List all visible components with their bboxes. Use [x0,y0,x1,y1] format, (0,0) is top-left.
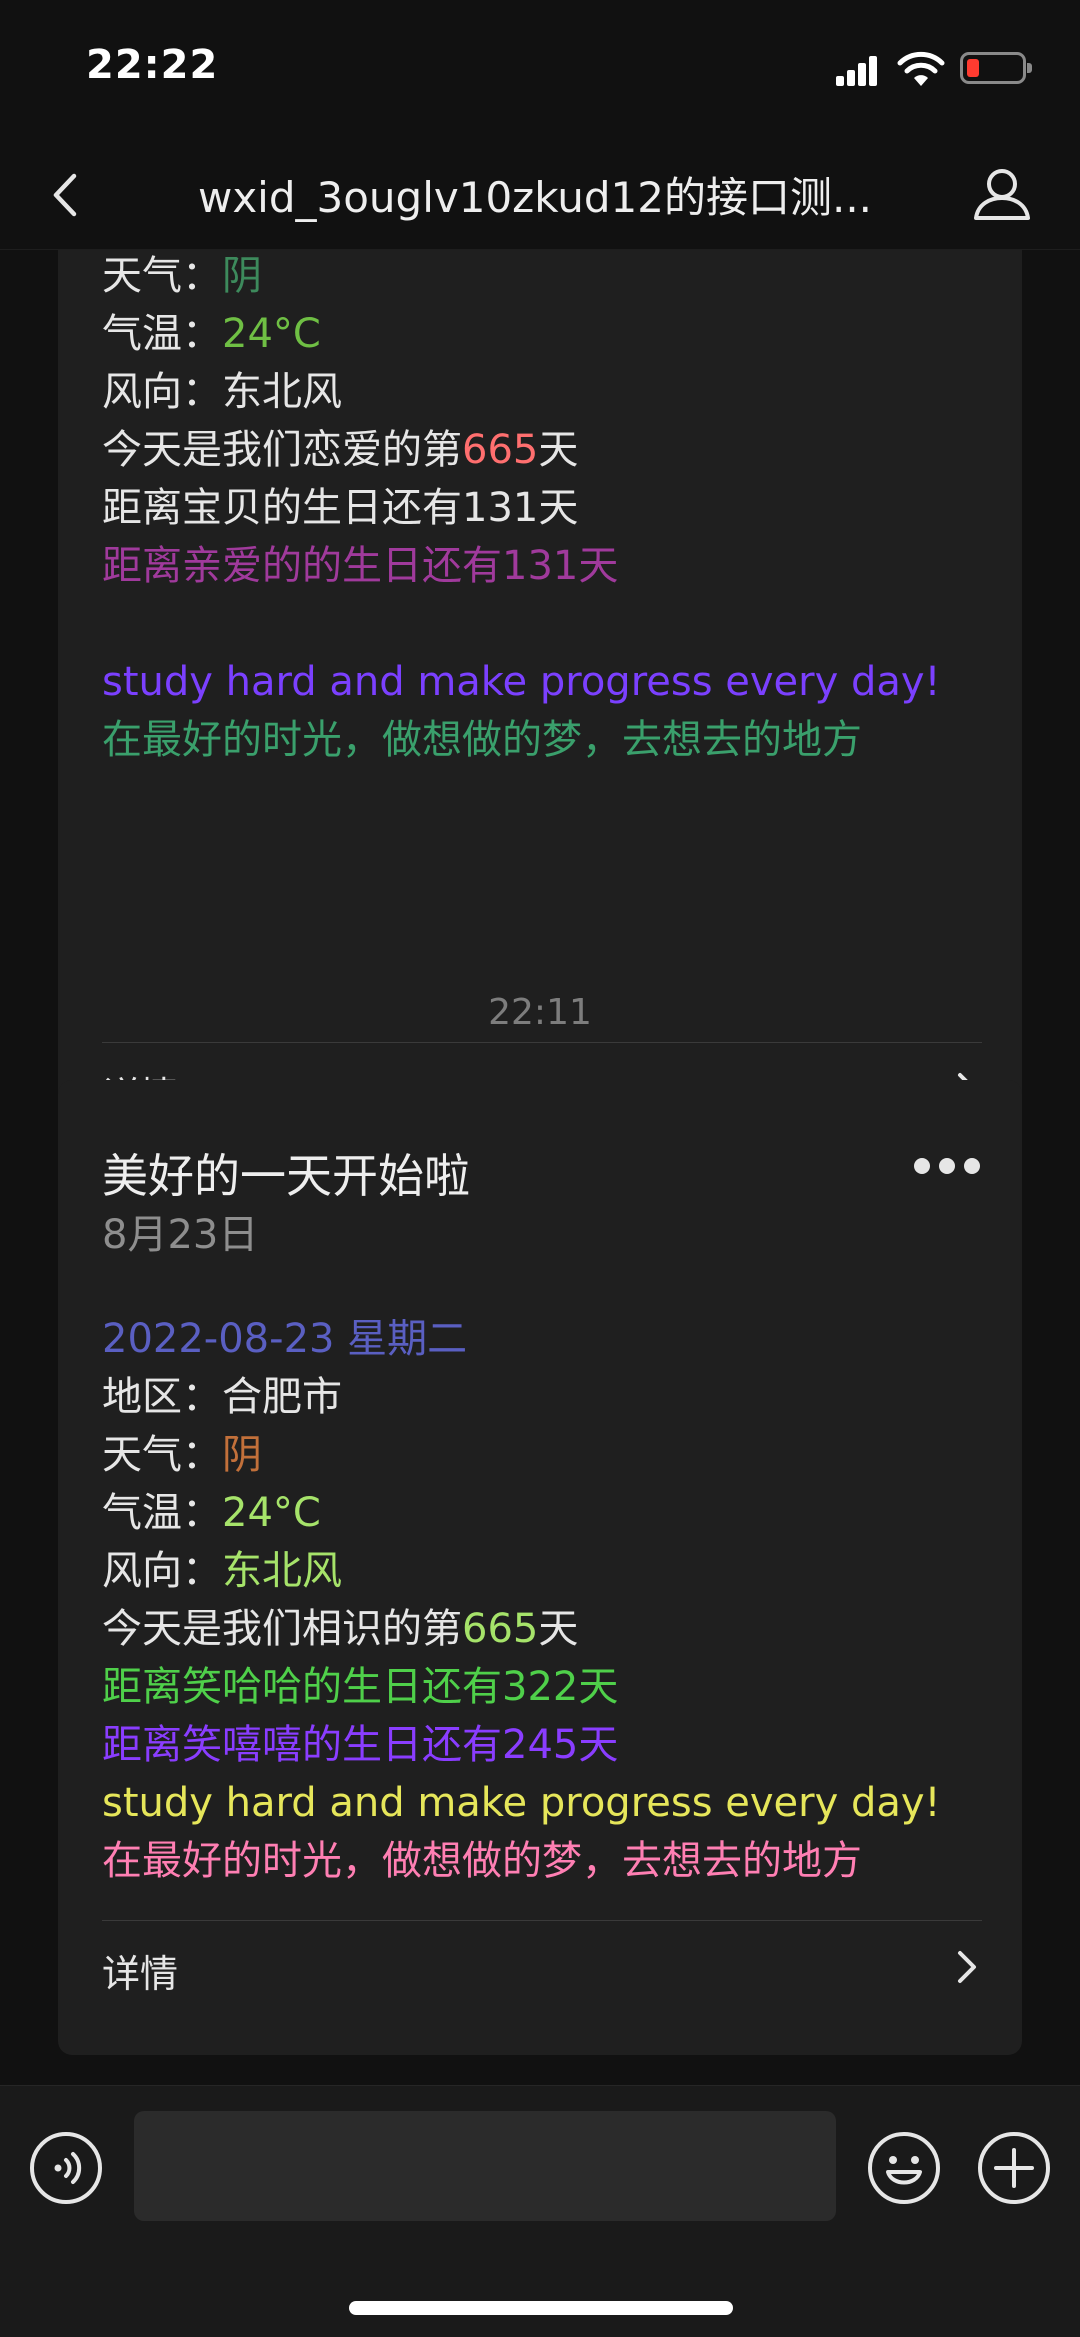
line-value: 合肥市 [222,1374,342,1420]
status-time: 22:22 [86,42,219,88]
message-line: 距离亲爱的的生日还有131天 [102,537,982,595]
input-bar [0,2085,1080,2337]
message-line: 距离笑嘻嘻的生日还有245天 [102,1716,982,1774]
message-content: 2022-08-23 星期二 地区：合肥市 天气：阴 气温：24°C 风向：东北风 今天是… [102,1310,982,1890]
message-timestamp: 22:11 [488,992,592,1033]
line-text: study hard and make progress every day! [102,659,941,705]
message-line: 今天是我们相识的第665天 [102,1600,982,1658]
message-line [102,595,982,653]
line-text: 距离宝贝的生日还有131天 [102,485,579,531]
line-value: 665 [462,1606,539,1652]
chat-title: wxid_3ouglv10zkud12的接口测... [197,173,873,222]
profile-icon[interactable] [970,162,1034,226]
line-suffix: 天 [538,1606,579,1652]
status-bar: 22:22 [0,0,1080,140]
line-text: 距离笑嘻嘻的生日还有245天 [102,1722,619,1768]
line-value: 阴 [222,253,262,299]
message-line: 风向：东北风 [102,363,982,421]
wifi-icon [897,51,945,86]
message-line: 风向：东北风 [102,1542,982,1600]
message-line: 气温：24°C [102,305,982,363]
message-line: study hard and make progress every day! [102,653,982,711]
line-text: 在最好的时光，做想做的梦，去想去的地方 [102,717,862,763]
line-value: 24°C [222,311,321,357]
line-value: 阴 [222,1432,262,1478]
line-text: 在最好的时光，做想做的梦，去想去的地方 [102,1838,862,1884]
line-value: 东北风 [222,1548,342,1594]
chevron-right-icon [958,1951,976,1983]
voice-icon[interactable] [28,2130,104,2206]
line-label: 天气： [102,253,222,299]
line-label: 天气： [102,1432,222,1478]
plus-icon[interactable] [976,2130,1052,2206]
message-line: 在最好的时光，做想做的梦，去想去的地方 [102,711,982,769]
battery-icon [960,52,1032,84]
emoji-icon[interactable] [866,2130,942,2206]
line-text: 距离笑哈哈的生日还有322天 [102,1664,619,1710]
line-label: 地区： [102,1374,222,1420]
message-input[interactable] [134,2111,836,2221]
line-label: 风向： [102,369,222,415]
message-line: 距离笑哈哈的生日还有322天 [102,1658,982,1716]
message-card[interactable]: 天气：阴 气温：24°C 风向：东北风 今天是我们恋爱的第665天 距离宝贝的生日还有1… [58,250,1022,1175]
line-label: 气温： [102,1490,222,1536]
signal-icon [836,54,878,86]
line-text: 今天是我们相识的第 [102,1606,462,1652]
detail-row[interactable]: 详情 [102,1921,982,2011]
message-line: 距离宝贝的生日还有131天 [102,479,982,537]
home-indicator [349,2301,733,2315]
line-value: 665 [462,427,539,473]
message-line: 气温：24°C [102,1484,982,1542]
chat-area[interactable]: 天气：阴 气温：24°C 风向：东北风 今天是我们恋爱的第665天 距离宝贝的生日还有1… [0,250,1080,2085]
message-line: 在最好的时光，做想做的梦，去想去的地方 [102,1832,982,1890]
card-title: 美好的一天开始啦 [102,1149,470,1203]
card-date: 8月23日 [102,1212,259,1258]
message-content: 天气：阴 气温：24°C 风向：东北风 今天是我们恋爱的第665天 距离宝贝的生日还有1… [102,250,982,769]
line-text: 距离亲爱的的生日还有131天 [102,543,619,589]
line-label: 气温： [102,311,222,357]
line-text: 2022-08-23 星期二 [102,1316,468,1362]
message-line: 天气：阴 [102,1426,982,1484]
nav-bar: wxid_3ouglv10zkud12的接口测... [0,140,1080,250]
message-line: study hard and make progress every day! [102,1774,982,1832]
line-suffix: 天 [538,427,579,473]
line-text: study hard and make progress every day! [102,1780,941,1826]
message-line: 地区：合肥市 [102,1368,982,1426]
line-value: 东北风 [222,369,342,415]
line-value: 24°C [222,1490,321,1536]
detail-label: 详情 [102,1952,179,1996]
line-label: 风向： [102,1548,222,1594]
message-line: 2022-08-23 星期二 [102,1310,982,1368]
message-line: 天气：阴 [102,250,982,305]
more-icon[interactable] [914,1158,980,1178]
line-text: 今天是我们恋爱的第 [102,427,462,473]
back-icon[interactable] [38,160,98,230]
message-line: 今天是我们恋爱的第665天 [102,421,982,479]
message-card[interactable]: 美好的一天开始啦 8月23日 2022-08-23 星期二 地区：合肥市 天气：阴气… [58,1080,1022,2055]
